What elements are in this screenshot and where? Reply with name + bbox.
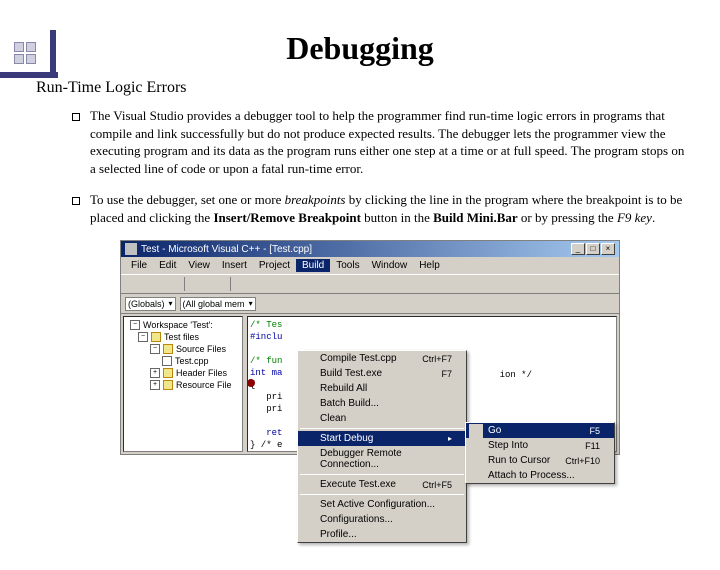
toolbar-button[interactable] xyxy=(236,276,252,292)
tree-folder[interactable]: +Header Files xyxy=(126,367,240,379)
slide-title: Debugging xyxy=(0,30,720,67)
workspace-tree[interactable]: − Workspace 'Test': − Test files −Source… xyxy=(123,316,243,452)
vs-scope-bar: (Globals) (All global mem xyxy=(121,294,619,314)
submenu-item-run-to-cursor[interactable]: Run to CursorCtrl+F10 xyxy=(466,453,614,468)
bullet-text: To use the debugger, set one or more bre… xyxy=(90,191,690,226)
menu-tools[interactable]: Tools xyxy=(330,259,365,272)
file-icon xyxy=(162,356,172,366)
menu-item-icon xyxy=(469,439,483,453)
bullet-text: The Visual Studio provides a debugger to… xyxy=(90,107,690,177)
window-icon xyxy=(125,243,137,255)
tree-project[interactable]: − Test files xyxy=(126,331,240,343)
vs-toolbar xyxy=(121,274,619,294)
vs-titlebar: Test - Microsoft Visual C++ - [Test.cpp]… xyxy=(121,241,619,257)
menu-insert[interactable]: Insert xyxy=(216,259,253,272)
members-combo[interactable]: (All global mem xyxy=(180,297,256,311)
bullet-marker xyxy=(72,113,80,121)
menu-item-batch-build-[interactable]: Batch Build... xyxy=(298,396,466,411)
submenu-item-step-into[interactable]: Step IntoF11 xyxy=(466,438,614,453)
menu-item-execute-test-exe[interactable]: Execute Test.exeCtrl+F5 xyxy=(298,477,466,492)
expand-icon[interactable]: + xyxy=(150,380,160,390)
menu-view[interactable]: View xyxy=(182,259,216,272)
menu-item-set-active-configuration-[interactable]: Set Active Configuration... xyxy=(298,497,466,512)
menu-window[interactable]: Window xyxy=(366,259,414,272)
minimize-button[interactable]: _ xyxy=(571,243,585,255)
menu-item-profile-[interactable]: Profile... xyxy=(298,527,466,542)
window-title: Test - Microsoft Visual C++ - [Test.cpp] xyxy=(141,244,312,255)
scope-combo[interactable]: (Globals) xyxy=(125,297,176,311)
close-button[interactable]: × xyxy=(601,243,615,255)
submenu-item-go[interactable]: GoF5 xyxy=(466,423,614,438)
menu-build[interactable]: Build xyxy=(296,259,330,272)
tree-folder[interactable]: +Resource File xyxy=(126,379,240,391)
menu-help[interactable]: Help xyxy=(413,259,446,272)
folder-icon xyxy=(163,380,173,390)
vs-menubar: FileEditViewInsertProjectBuildToolsWindo… xyxy=(121,257,619,274)
slide-corner-decoration xyxy=(0,30,70,90)
toolbar-button[interactable] xyxy=(163,276,179,292)
menu-item-icon xyxy=(301,478,315,492)
menu-item-icon xyxy=(469,454,483,468)
submenu-item-attach-to-process-[interactable]: Attach to Process... xyxy=(466,468,614,483)
tree-file[interactable]: Test.cpp xyxy=(126,355,240,367)
menu-item-icon xyxy=(469,469,483,483)
menu-item-configurations-[interactable]: Configurations... xyxy=(298,512,466,527)
expand-icon[interactable]: − xyxy=(150,344,160,354)
menu-item-rebuild-all[interactable]: Rebuild All xyxy=(298,381,466,396)
menu-item-icon xyxy=(301,352,315,366)
toolbar-button[interactable] xyxy=(274,276,290,292)
toolbar-button[interactable] xyxy=(255,276,271,292)
vs-window: Test - Microsoft Visual C++ - [Test.cpp]… xyxy=(120,240,620,455)
code-line: #inclu xyxy=(250,331,614,343)
toolbar-button[interactable] xyxy=(125,276,141,292)
menu-item-debugger-remote-connection-[interactable]: Debugger Remote Connection... xyxy=(298,446,466,472)
menu-project[interactable]: Project xyxy=(253,259,296,272)
folder-icon xyxy=(163,344,173,354)
toolbar-button[interactable] xyxy=(209,276,225,292)
menu-item-start-debug[interactable]: Start Debug▸ xyxy=(298,431,466,446)
expand-icon[interactable]: − xyxy=(130,320,140,330)
expand-icon[interactable]: + xyxy=(150,368,160,378)
menu-file[interactable]: File xyxy=(125,259,153,272)
tree-folder[interactable]: −Source Files xyxy=(126,343,240,355)
menu-item-icon xyxy=(301,367,315,381)
tree-root[interactable]: − Workspace 'Test': xyxy=(126,319,240,331)
menu-edit[interactable]: Edit xyxy=(153,259,182,272)
menu-item-compile-test-cpp[interactable]: Compile Test.cppCtrl+F7 xyxy=(298,351,466,366)
folder-icon xyxy=(163,368,173,378)
slide-subtitle: Run-Time Logic Errors xyxy=(36,79,720,97)
submenu-arrow-icon: ▸ xyxy=(448,434,452,443)
build-menu-dropdown: Compile Test.cppCtrl+F7Build Test.exeF7R… xyxy=(297,350,467,543)
debug-submenu: GoF5Step IntoF11Run to CursorCtrl+F10Att… xyxy=(465,422,615,484)
maximize-button[interactable]: □ xyxy=(586,243,600,255)
toolbar-button[interactable] xyxy=(190,276,206,292)
bullet-marker xyxy=(72,197,80,205)
project-icon xyxy=(151,332,161,342)
menu-item-icon xyxy=(469,424,483,438)
bullet-item: The Visual Studio provides a debugger to… xyxy=(72,107,690,177)
code-line: /* Tes xyxy=(250,319,614,331)
expand-icon[interactable]: − xyxy=(138,332,148,342)
bullet-item: To use the debugger, set one or more bre… xyxy=(72,191,690,226)
menu-item-build-test-exe[interactable]: Build Test.exeF7 xyxy=(298,366,466,381)
toolbar-button[interactable] xyxy=(144,276,160,292)
menu-item-clean[interactable]: Clean xyxy=(298,411,466,426)
